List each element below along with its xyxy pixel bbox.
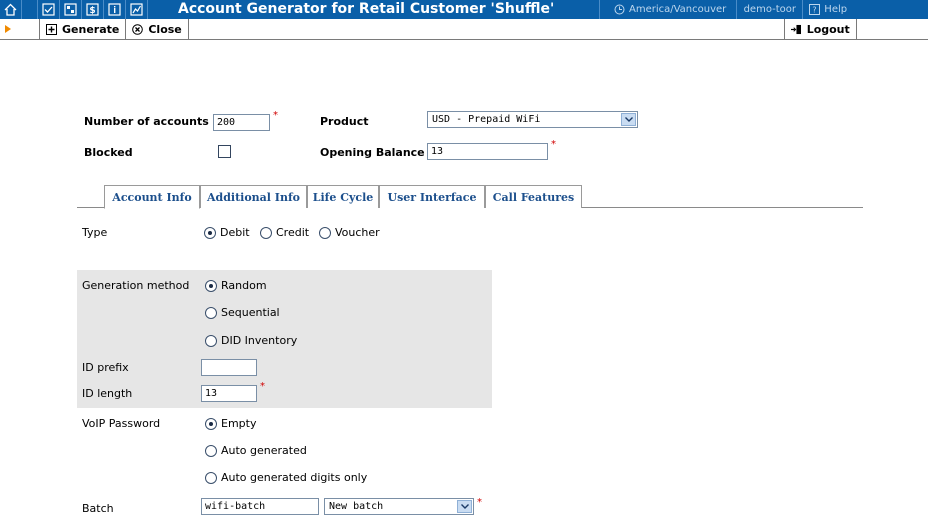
logout-icon: [790, 24, 801, 34]
type-debit-label: Debit: [220, 226, 250, 239]
voip-empty-label: Empty: [221, 417, 257, 430]
tab-account-info[interactable]: Account Info: [104, 185, 200, 209]
product-select[interactable]: USD - Prepaid WiFi: [427, 111, 638, 128]
tab-user-interface[interactable]: User Interface: [379, 185, 485, 208]
required-mark: *: [477, 497, 482, 508]
type-debit-radio[interactable]: Debit: [204, 226, 250, 239]
close-button[interactable]: Close: [126, 18, 189, 40]
voip-empty-radio[interactable]: Empty: [205, 417, 256, 430]
radio-icon: [260, 226, 272, 239]
voip-digits-radio[interactable]: Auto generated digits only: [205, 471, 367, 484]
help-icon: ?: [809, 4, 821, 15]
toolbar: Generate Close Logout: [0, 18, 928, 40]
generate-button[interactable]: Generate: [40, 18, 127, 40]
radio-selected-icon: [204, 226, 216, 239]
id-length-input[interactable]: 13: [201, 385, 257, 402]
topbar-spacer: [22, 0, 38, 19]
info-icon[interactable]: [104, 0, 126, 19]
timezone-label: America/Vancouver: [629, 4, 727, 15]
help-link[interactable]: ? Help: [803, 0, 847, 19]
radio-icon: [205, 471, 217, 484]
checkbox-icon[interactable]: [38, 0, 60, 19]
toolbar-spacer: [189, 18, 785, 40]
opening-balance-input[interactable]: 13: [427, 143, 548, 160]
close-label: Close: [148, 22, 182, 36]
page-title: Account Generator for Retail Customer 'S…: [148, 0, 600, 19]
type-label: Type: [82, 226, 108, 239]
voip-password-label: VoIP Password: [82, 417, 161, 430]
blocked-checkbox[interactable]: [218, 145, 231, 158]
gen-did-radio[interactable]: DID Inventory: [205, 334, 297, 347]
tab-life-cycle[interactable]: Life Cycle: [307, 185, 379, 208]
home-icon[interactable]: [0, 0, 22, 19]
radio-icon: [205, 444, 217, 457]
id-prefix-label: ID prefix: [82, 361, 129, 374]
type-voucher-radio[interactable]: Voucher: [319, 226, 380, 239]
tab-call-features[interactable]: Call Features: [485, 185, 582, 208]
num-accounts-input[interactable]: 200: [213, 114, 270, 131]
generate-label: Generate: [62, 22, 120, 36]
batch-select-value: New batch: [329, 501, 384, 512]
plus-box-icon: [46, 23, 57, 35]
chart-icon[interactable]: [126, 0, 148, 19]
chevron-down-icon: [621, 113, 636, 126]
gen-sequential-radio[interactable]: Sequential: [205, 306, 280, 319]
radio-selected-icon: [205, 417, 217, 430]
radio-icon: [205, 334, 217, 347]
radio-selected-icon: [205, 279, 217, 292]
radio-icon: [205, 306, 217, 319]
batch-input[interactable]: wifi-batch: [201, 498, 319, 515]
dollar-icon[interactable]: $: [82, 0, 104, 19]
voip-auto-label: Auto generated: [221, 444, 307, 457]
toolbar-arrow-icon: [0, 18, 40, 40]
num-accounts-label: Number of accounts: [84, 115, 209, 128]
radio-icon: [319, 226, 331, 239]
clock-icon: [614, 4, 625, 15]
chevron-down-icon: [457, 500, 472, 513]
type-credit-label: Credit: [276, 226, 310, 239]
type-credit-radio[interactable]: Credit: [260, 226, 309, 239]
gen-method-label: Generation method: [82, 279, 190, 292]
logout-label: Logout: [806, 22, 850, 36]
username[interactable]: demo-toor: [737, 0, 804, 19]
logout-button[interactable]: Logout: [785, 18, 857, 40]
timezone[interactable]: America/Vancouver: [600, 0, 738, 19]
gen-did-label: DID Inventory: [221, 334, 298, 347]
required-mark: *: [551, 139, 556, 150]
batch-label: Batch: [82, 502, 114, 515]
required-mark: *: [260, 381, 265, 392]
id-length-label: ID length: [82, 387, 133, 400]
grid-icon[interactable]: [60, 0, 82, 19]
voip-digits-label: Auto generated digits only: [221, 471, 368, 484]
help-label: Help: [824, 4, 848, 15]
opening-balance-label: Opening Balance: [320, 146, 425, 159]
blocked-label: Blocked: [84, 146, 133, 159]
top-bar: $ Account Generator for Retail Customer …: [0, 0, 928, 19]
close-icon: [132, 23, 144, 35]
svg-text:$: $: [89, 6, 95, 16]
gen-sequential-label: Sequential: [221, 306, 280, 319]
voip-auto-radio[interactable]: Auto generated: [205, 444, 307, 457]
type-voucher-label: Voucher: [335, 226, 380, 239]
gen-random-label: Random: [221, 279, 267, 292]
batch-select[interactable]: New batch: [324, 498, 474, 515]
tab-additional-info[interactable]: Additional Info: [200, 185, 307, 208]
product-label: Product: [320, 115, 369, 128]
id-prefix-input[interactable]: [201, 359, 257, 376]
gen-random-radio[interactable]: Random: [205, 279, 267, 292]
product-select-value: USD - Prepaid WiFi: [432, 114, 541, 125]
svg-text:?: ?: [813, 6, 817, 15]
required-mark: *: [273, 110, 278, 121]
